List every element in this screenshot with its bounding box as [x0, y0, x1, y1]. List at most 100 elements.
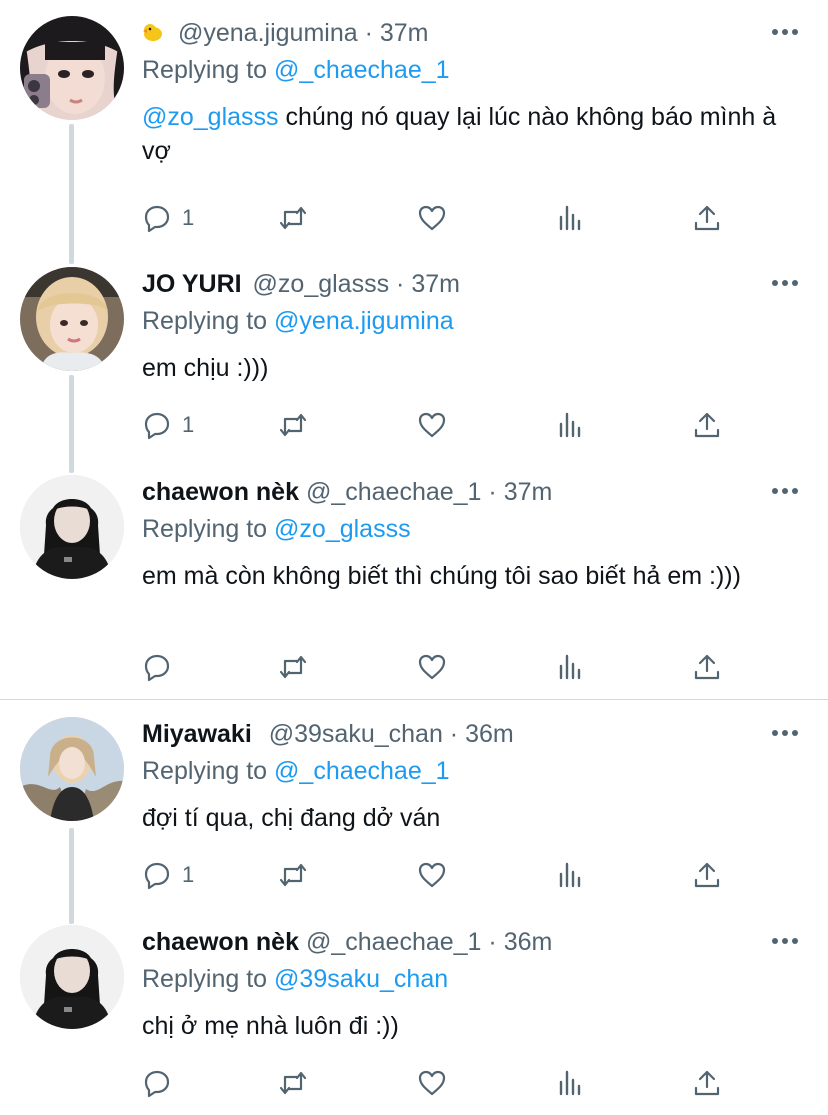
user-handle[interactable]: @39saku_chan [269, 720, 443, 748]
like-button[interactable] [417, 649, 447, 685]
avatar[interactable] [20, 16, 124, 120]
reply-button[interactable]: 1 [142, 857, 194, 893]
like-button[interactable] [417, 407, 447, 443]
tweet-actions: 1 [142, 407, 742, 443]
like-button[interactable] [417, 857, 447, 893]
tweet-actions: 1 [142, 200, 742, 236]
like-button[interactable] [417, 1065, 447, 1101]
share-icon [694, 412, 720, 438]
thread-divider [0, 699, 828, 700]
timestamp[interactable]: 37m [411, 270, 460, 298]
tweet[interactable]: JO YURI @zo_glasss · 37m Replying to @ye… [0, 255, 828, 460]
tweet-actions: 1 [142, 857, 742, 893]
tweet-body: em chịu :))) [142, 354, 269, 382]
share-button[interactable] [692, 857, 722, 893]
reply-button[interactable]: 1 [142, 200, 194, 236]
tweet-body: em mà còn không biết thì chúng tôi sao b… [142, 562, 741, 590]
analytics-icon [559, 1070, 581, 1096]
display-name[interactable]: chaewon nèk [142, 478, 299, 506]
display-name[interactable]: chaewon nèk [142, 928, 299, 956]
share-button[interactable] [692, 1065, 722, 1101]
retweet-button[interactable] [278, 407, 308, 443]
replying-to: Replying to @zo_glasss [142, 513, 411, 545]
replying-to-link[interactable]: @yena.jigumina [274, 307, 454, 335]
analytics-button[interactable] [556, 649, 586, 685]
replying-to: Replying to @39saku_chan [142, 963, 448, 995]
analytics-button[interactable] [556, 200, 586, 236]
timestamp[interactable]: 37m [504, 478, 553, 506]
mention-link[interactable]: @zo_glasss [142, 103, 279, 131]
user-handle[interactable]: @zo_glasss [253, 270, 390, 298]
heart-icon [418, 205, 446, 231]
analytics-icon [559, 412, 581, 438]
user-handle[interactable]: @_chaechae_1 [306, 928, 482, 956]
retweet-button[interactable] [278, 649, 308, 685]
reply-count: 1 [182, 412, 195, 437]
reply-icon [144, 205, 170, 233]
tweet-body: chị ở mẹ nhà luôn đi :)) [142, 1012, 399, 1040]
replying-to: Replying to @yena.jigumina [142, 305, 454, 337]
replying-to-label: Replying to [142, 56, 268, 84]
reply-icon [144, 654, 170, 682]
reply-button[interactable]: 1 [142, 407, 194, 443]
avatar[interactable] [20, 925, 124, 1029]
tweet-actions [142, 1065, 742, 1101]
replying-to-label: Replying to [142, 307, 268, 335]
replying-to-label: Replying to [142, 965, 268, 993]
retweet-button[interactable] [278, 200, 308, 236]
avatar[interactable] [20, 717, 124, 821]
duck-emoji-icon [143, 24, 162, 41]
heart-icon [418, 862, 446, 888]
display-name[interactable]: Miyawaki [142, 720, 252, 748]
replying-to-link[interactable]: @39saku_chan [274, 965, 448, 993]
analytics-button[interactable] [556, 1065, 586, 1101]
timestamp[interactable]: 37m [380, 19, 429, 47]
tweet-header: Miyawaki @39saku_chan · 36m [142, 719, 514, 749]
replying-to-label: Replying to [142, 515, 268, 543]
timestamp[interactable]: 36m [465, 720, 514, 748]
tweet-header: chaewon nèk @_chaechae_1 · 36m [142, 927, 552, 957]
retweet-icon [279, 1071, 307, 1095]
separator-dot: · [449, 720, 459, 748]
reply-button[interactable] [142, 649, 182, 685]
retweet-icon [279, 413, 307, 437]
like-button[interactable] [417, 200, 447, 236]
retweet-icon [279, 655, 307, 679]
user-handle[interactable]: @_chaechae_1 [306, 478, 482, 506]
reply-count: 1 [182, 205, 195, 230]
avatar[interactable] [20, 475, 124, 579]
more-options-icon[interactable] [772, 487, 798, 495]
avatar[interactable] [20, 267, 124, 371]
reply-button[interactable] [142, 1065, 182, 1101]
tweet[interactable]: chaewon nèk @_chaechae_1 · 37m Replying … [0, 463, 828, 698]
analytics-button[interactable] [556, 407, 586, 443]
retweet-button[interactable] [278, 857, 308, 893]
tweet[interactable]: Miyawaki @39saku_chan · 36m Replying to … [0, 705, 828, 915]
tweet-actions [142, 649, 742, 685]
separator-dot: · [396, 270, 405, 298]
share-button[interactable] [692, 200, 722, 236]
replying-to-link[interactable]: @_chaechae_1 [274, 757, 450, 785]
share-icon [694, 1070, 720, 1096]
share-button[interactable] [692, 649, 722, 685]
more-options-icon[interactable] [772, 28, 798, 36]
tweet-header: JO YURI @zo_glasss · 37m [142, 269, 460, 299]
retweet-button[interactable] [278, 1065, 308, 1101]
analytics-icon [559, 862, 581, 888]
tweet-text: đợi tí qua, chị đang dở ván [142, 801, 802, 835]
more-options-icon[interactable] [772, 279, 798, 287]
more-options-icon[interactable] [772, 937, 798, 945]
heart-icon [418, 1070, 446, 1096]
user-handle[interactable]: @yena.jigumina [178, 19, 358, 47]
timestamp[interactable]: 36m [504, 928, 553, 956]
analytics-button[interactable] [556, 857, 586, 893]
tweet[interactable]: chaewon nèk @_chaechae_1 · 36m Replying … [0, 913, 828, 1115]
tweet[interactable]: @yena.jigumina · 37m Replying to @_chaec… [0, 4, 828, 252]
replying-to-link[interactable]: @_chaechae_1 [274, 56, 450, 84]
separator-dot: · [488, 478, 497, 506]
share-icon [694, 205, 720, 231]
replying-to-link[interactable]: @zo_glasss [274, 515, 411, 543]
display-name[interactable]: JO YURI [142, 270, 242, 298]
share-button[interactable] [692, 407, 722, 443]
more-options-icon[interactable] [772, 729, 798, 737]
